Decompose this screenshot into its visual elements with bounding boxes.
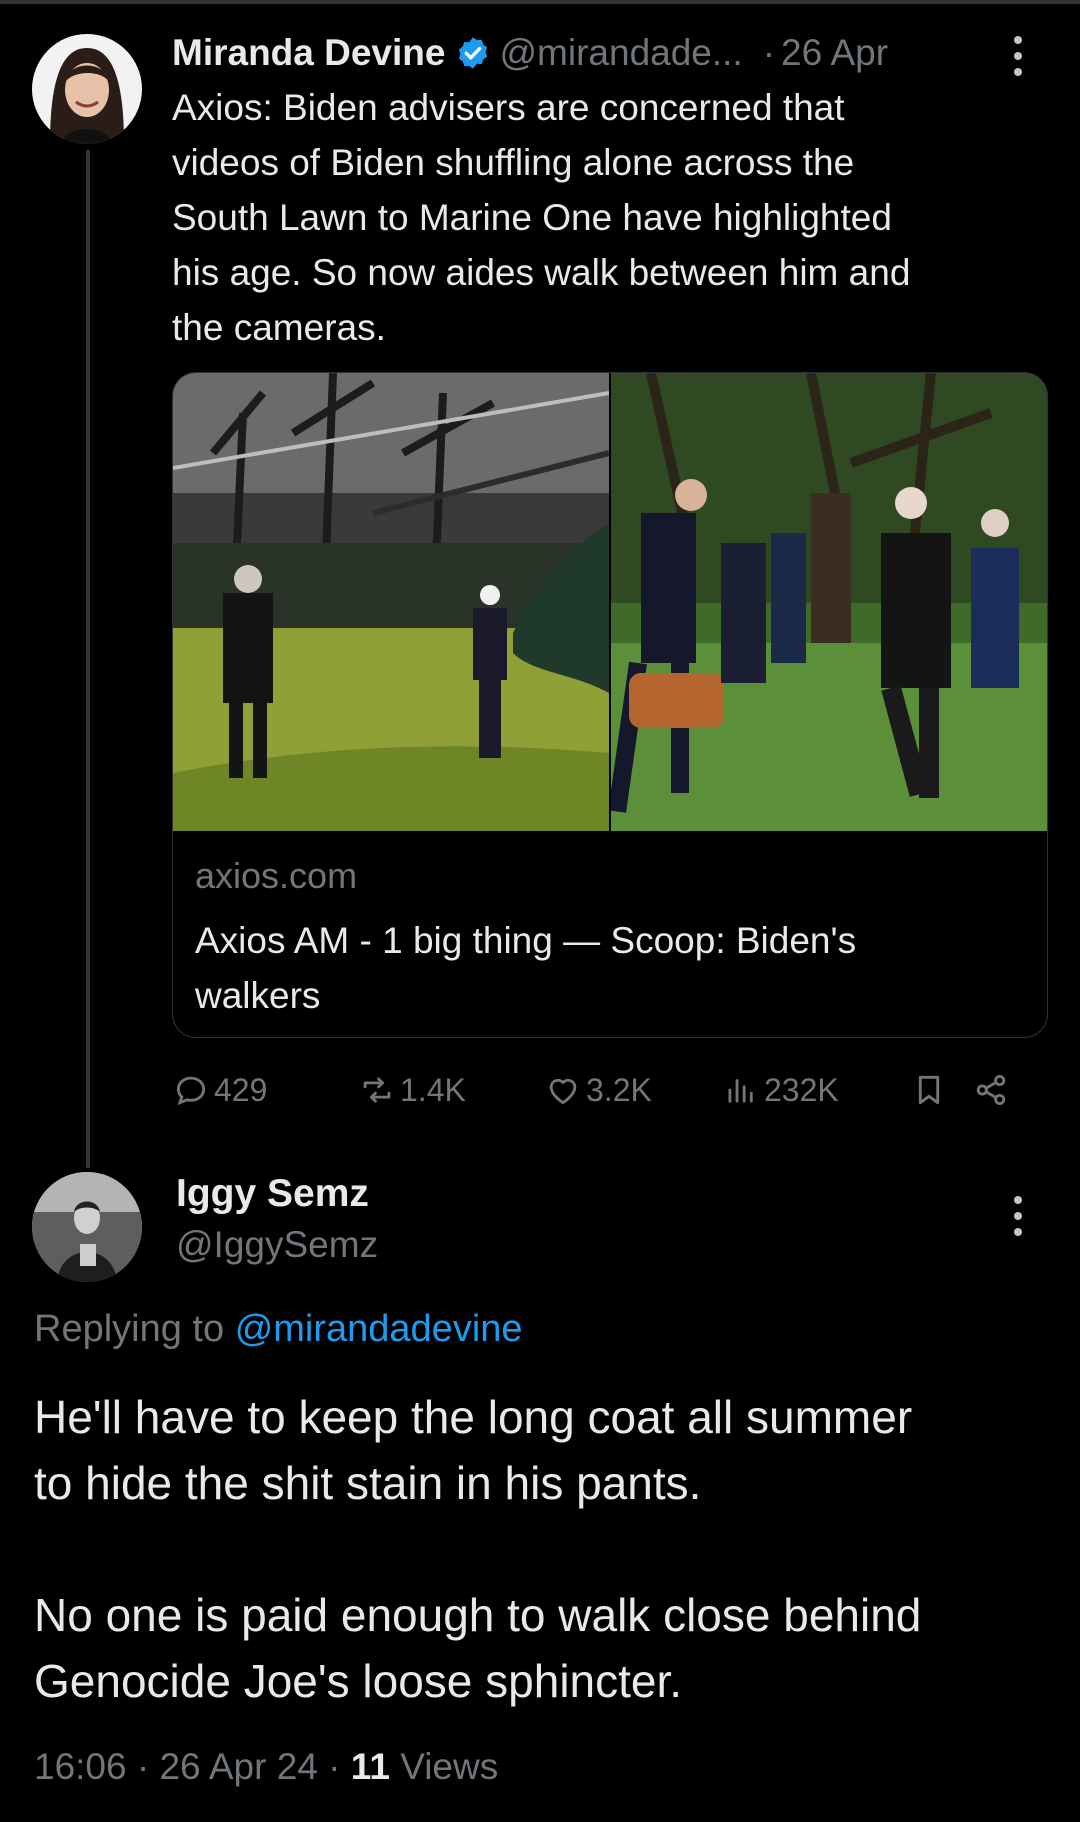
tweet-text-line: the cameras. [172,307,386,348]
thread-connector-line [86,150,90,1168]
verified-badge-icon [459,37,488,69]
views-button[interactable]: 232K [722,1068,839,1112]
link-card-image-right [611,373,1047,831]
more-vertical-icon[interactable] [1012,1194,1024,1245]
meta-separator: · [136,1746,160,1787]
reply-count: 429 [214,1071,268,1108]
heart-icon [549,1078,577,1105]
share-icon [976,1074,1006,1106]
share-button[interactable] [972,1068,1014,1112]
top-divider [0,0,1080,4]
reply-views-count: 11 [350,1746,390,1787]
reply-author-handle[interactable]: @IggySemz [176,1224,378,1266]
reply-time[interactable]: 16:06 [34,1746,127,1787]
author-handle[interactable]: @mirandade... [499,32,742,74]
replying-to-link[interactable]: @mirandadevine [235,1308,523,1350]
views-count: 232K [764,1071,839,1108]
reply-date[interactable]: 26 Apr 24 [159,1746,317,1787]
reply-avatar[interactable] [32,1172,142,1282]
link-card-title-line: walkers [195,975,321,1016]
reply-author-name[interactable]: Iggy Semz [176,1172,369,1216]
bookmark-button[interactable] [910,1068,952,1112]
bookmark-icon [918,1075,940,1105]
reply-views-label: Views [400,1746,499,1787]
replying-prefix: Replying to [34,1308,225,1350]
tweet-text: Axios: Biden advisers are concerned that… [172,80,1032,355]
tweet-text-line: his age. So now aides walk between him a… [172,252,911,293]
replying-to-line: Replying to @mirandadevine [34,1308,523,1351]
more-vertical-icon[interactable] [1012,34,1024,85]
avatar[interactable] [32,34,142,144]
tweet-action-bar: 429 1.4K 3.2K 232K [172,1068,1032,1112]
reply-button[interactable]: 429 [172,1068,267,1112]
avatar-image [32,34,142,144]
link-card-domain: axios.com [195,855,358,896]
reply-text: He'll have to keep the long coat all sum… [34,1384,1044,1714]
meta-separator: · [328,1746,351,1787]
reply-meta: 16:06 · 26 Apr 24 · 11 Views [34,1746,498,1788]
tweet-header: Miranda Devine @mirandade... · 26 Apr [172,28,1002,78]
reply-text-line [34,1516,1044,1582]
reply-text-line: to hide the shit stain in his pants. [34,1457,702,1509]
author-name[interactable]: Miranda Devine [172,32,445,74]
tweet-text-line: South Lawn to Marine One have highlighte… [172,197,892,238]
link-card[interactable]: axios.com Axios AM - 1 big thing — Scoop… [172,372,1048,1038]
tweet-text-line: Axios: Biden advisers are concerned that [172,87,845,128]
reply-text-line: No one is paid enough to walk close behi… [34,1589,922,1641]
repost-count: 1.4K [400,1071,466,1108]
like-button[interactable]: 3.2K [544,1068,652,1112]
comment-icon [176,1076,206,1106]
analytics-icon [728,1079,753,1103]
repost-icon [363,1077,391,1103]
reply-text-line: He'll have to keep the long coat all sum… [34,1391,913,1443]
link-card-title: Axios AM - 1 big thing — Scoop: Biden's … [195,913,1015,1023]
link-card-title-line: Axios AM - 1 big thing — Scoop: Biden's [195,920,857,961]
tweet-date[interactable]: 26 Apr [781,32,888,74]
reply-avatar-image [32,1172,142,1282]
header-separator: · [762,32,776,73]
reply-text-line: Genocide Joe's loose sphincter. [34,1655,683,1707]
repost-button[interactable]: 1.4K [358,1068,466,1112]
tweet-text-line: videos of Biden shuffling alone across t… [172,142,855,183]
link-card-image-left [173,373,609,831]
like-count: 3.2K [586,1071,652,1108]
